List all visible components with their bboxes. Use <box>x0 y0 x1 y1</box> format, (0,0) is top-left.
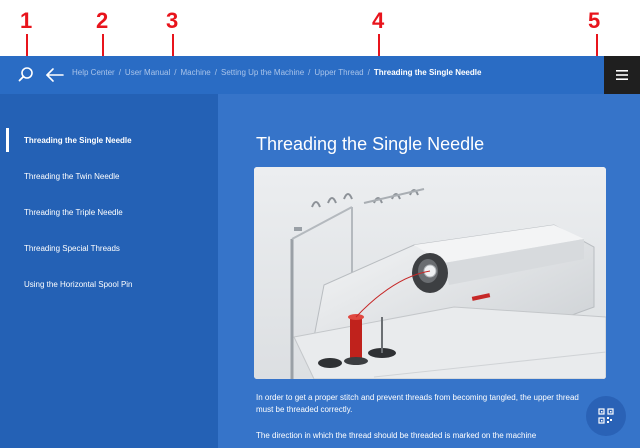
breadcrumb-user-manual[interactable]: User Manual <box>125 68 170 77</box>
breadcrumb-upper-thread[interactable]: Upper Thread <box>314 68 363 77</box>
sidebar-item-threading-twin-needle[interactable]: Threading the Twin Needle <box>0 158 218 194</box>
direction-paragraph: The direction in which the thread should… <box>256 431 537 440</box>
sidebar-item-threading-single-needle[interactable]: Threading the Single Needle <box>0 122 218 158</box>
callout-1: 1 <box>20 8 33 33</box>
qr-code-icon <box>598 408 614 424</box>
page-title: Threading the Single Needle <box>256 134 485 154</box>
sewing-machine-illustration <box>254 167 606 379</box>
callout-4: 4 <box>372 8 385 33</box>
arrow-left-icon <box>46 68 64 82</box>
sidebar-item-threading-triple-needle[interactable]: Threading the Triple Needle <box>0 194 218 230</box>
sidebar-navigation: Threading the Single Needle Threading th… <box>0 94 218 448</box>
callout-2: 2 <box>96 8 109 33</box>
sidebar-item-label: Threading Special Threads <box>24 243 120 253</box>
hamburger-menu-icon <box>616 70 628 80</box>
search-button[interactable] <box>16 65 36 85</box>
breadcrumb-separator: / <box>308 68 311 77</box>
back-button[interactable] <box>44 65 66 85</box>
main-content: Threading the Single Needle In order to … <box>218 94 640 448</box>
sidebar-item-threading-special-threads[interactable]: Threading Special Threads <box>0 230 218 266</box>
intro-paragraph: In order to get a proper stitch and prev… <box>256 393 579 414</box>
sidebar-item-horizontal-spool-pin[interactable]: Using the Horizontal Spool Pin <box>0 266 218 302</box>
sidebar-item-label: Threading the Single Needle <box>24 135 132 145</box>
callout-3: 3 <box>166 8 179 33</box>
sewing-machine-image <box>254 167 606 379</box>
callout-annotations: 1 2 3 4 5 <box>0 0 640 404</box>
callout-5: 5 <box>588 8 601 33</box>
breadcrumb-help-center[interactable]: Help Center <box>72 68 115 77</box>
breadcrumb-separator: / <box>367 68 370 77</box>
sidebar-item-label: Threading the Twin Needle <box>24 171 120 181</box>
breadcrumb-separator: / <box>118 68 121 77</box>
breadcrumb-current: Threading the Single Needle <box>373 68 482 77</box>
sidebar-item-label: Threading the Triple Needle <box>24 207 123 217</box>
breadcrumb-setting-up[interactable]: Setting Up the Machine <box>221 68 304 77</box>
sidebar-item-label: Using the Horizontal Spool Pin <box>24 279 133 289</box>
breadcrumb-machine[interactable]: Machine <box>181 68 211 77</box>
breadcrumb: Help Center / User Manual / Machine / Setting … <box>72 68 481 77</box>
menu-button[interactable] <box>604 56 640 94</box>
search-icon <box>18 67 33 82</box>
qr-code-button[interactable] <box>586 396 626 436</box>
top-navigation-bar: Help Center / User Manual / Machine / Setting … <box>0 56 640 94</box>
breadcrumb-separator: / <box>214 68 217 77</box>
breadcrumb-separator: / <box>174 68 177 77</box>
